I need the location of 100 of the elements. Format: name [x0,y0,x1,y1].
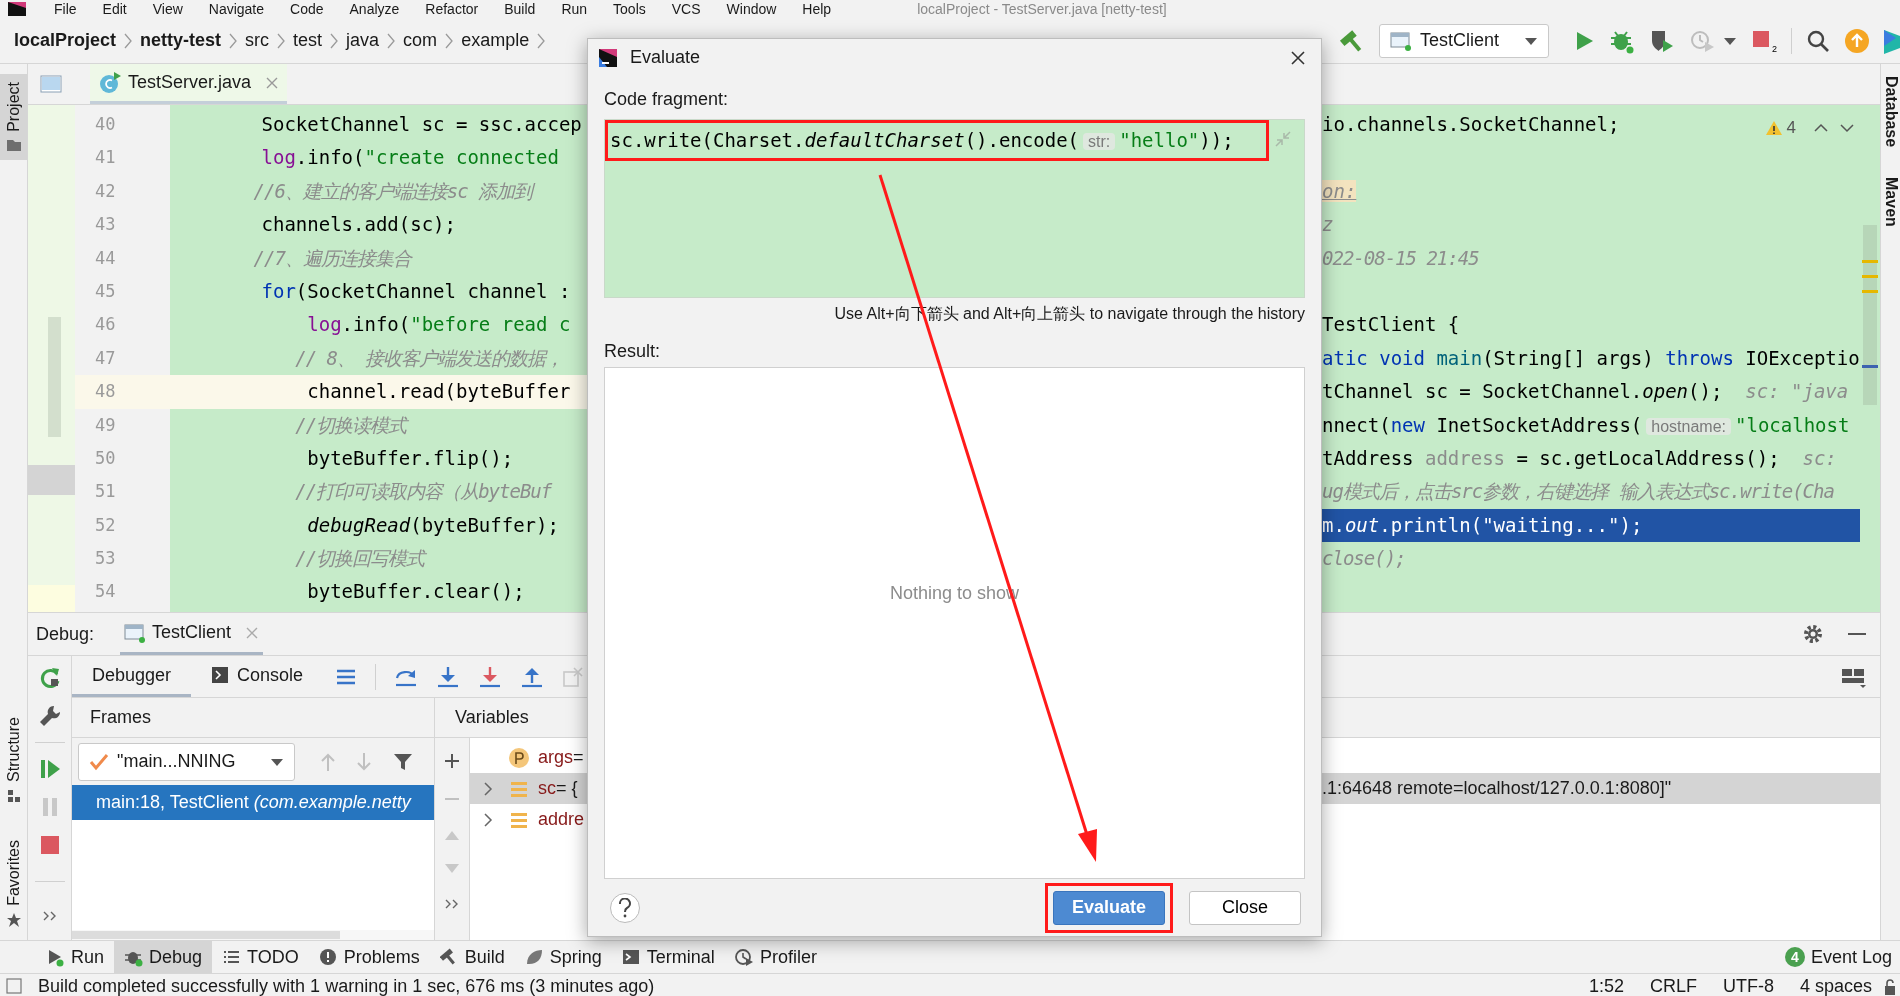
filter-icon[interactable] [393,751,413,772]
tool-window-button[interactable]: Build [429,941,515,973]
menu-item[interactable]: Refactor [425,1,479,17]
event-log-button[interactable]: 4 Event Log [1780,941,1896,973]
caret-down-icon[interactable] [1723,35,1737,46]
chevron-down-icon[interactable] [1840,122,1854,133]
star-icon [5,912,22,928]
window-title: localProject - TestServer.java [netty-test] [917,1,1167,17]
status-item[interactable]: UTF-8 [1722,974,1774,996]
variable-name: args [538,746,573,769]
structure-icon [5,788,22,805]
scrollbar[interactable] [1863,225,1877,405]
tool-window-button[interactable]: Spring [514,941,612,973]
breadcrumb[interactable]: com [403,27,438,54]
tool-window-button[interactable]: Debug [114,941,213,973]
menu-item[interactable]: Tools [613,1,646,17]
gauge-icon [734,947,754,967]
code-line: log.info("before read c [306,312,571,338]
step-into-icon[interactable] [436,665,461,688]
menu-item[interactable]: File [54,1,77,17]
more-icon[interactable] [444,898,460,910]
tool-window-button[interactable]: Problems [308,941,430,973]
tool-stripe-tab[interactable]: Structure [0,709,27,813]
code-line: tChannel sc = SocketChannel.open(); sc: "java [1322,379,1849,405]
breadcrumb[interactable]: test [293,27,323,54]
tool-window-button[interactable]: Terminal [611,941,725,973]
code-line: channel.read(byteBuffer [306,379,571,405]
update-icon[interactable] [1844,27,1870,54]
status-item[interactable]: 1:52 [1588,974,1624,996]
status-item[interactable]: CRLF [1649,974,1697,996]
count-badge: 4 [1784,947,1805,967]
menu-item[interactable]: Build [504,1,536,17]
line-number: 45 [95,280,116,301]
force-step-into-icon[interactable] [478,665,503,688]
status-item[interactable]: 4 spaces [1799,974,1872,996]
breadcrumb[interactable]: localProject [14,27,117,54]
menu-item[interactable]: Window [726,1,777,17]
code-line: byteBuffer.clear(); [306,579,525,605]
tool-stripe-tab[interactable]: Database [1881,76,1900,148]
scrollbar[interactable] [72,931,340,939]
more-icon[interactable] [41,910,58,922]
line-number: 54 [95,581,116,602]
panel-header: Frames [90,706,151,729]
dialog-button[interactable]: Evaluate [1053,890,1165,925]
menu-item[interactable]: Navigate [208,1,265,17]
plus-icon[interactable] [443,752,461,770]
caret-down-icon [270,756,284,767]
menu-item[interactable]: Analyze [349,1,400,17]
code-line: for(SocketChannel channel : [260,278,571,304]
run-config-dropdown[interactable]: TestClient [1379,23,1549,58]
chevron-right-icon[interactable] [482,780,494,797]
line-number: 49 [95,414,116,435]
breadcrumb[interactable]: java [346,27,380,54]
menu-item[interactable]: Edit [102,1,127,17]
tool-window-button[interactable]: TODO [212,941,309,973]
tool-stripe-tab[interactable]: Favorites [0,832,27,936]
dialog-title: Evaluate [630,46,701,69]
code-line: //切换回写模式 [294,546,425,572]
chevron-right-icon[interactable] [482,811,494,828]
toolbox-logo-icon[interactable] [1884,27,1900,54]
chevron-up-icon[interactable] [1814,122,1828,133]
field-label: Code fragment: [604,88,730,111]
stop-button[interactable]: 2 [1751,27,1777,54]
panel-header: Variables [455,706,529,729]
tool-window-button[interactable]: Run [36,941,115,973]
code-line: byteBuffer.flip(); [306,445,514,471]
close-icon[interactable] [1289,48,1307,67]
code-line: //打印可读取内容（从byteBuf [294,479,552,505]
code-line: z [1322,212,1333,238]
breadcrumb[interactable]: src [245,27,270,54]
editor-tab[interactable]: TestServer.java [90,64,288,104]
panel-toggle-icon[interactable] [6,978,22,994]
code-fragment-field[interactable]: sc.write(Charset.defaultCharset().encode( str: "hello")); [604,119,1305,298]
settings-icon[interactable] [1802,623,1824,645]
menu-item[interactable]: Code [290,1,324,17]
menu-item[interactable]: Run [561,1,588,17]
search-icon[interactable] [1806,28,1830,53]
menu-item[interactable]: Help [802,1,832,17]
code-line: log.info("create connected [260,145,559,171]
tool-stripe-tab[interactable]: Maven [1881,177,1900,227]
warning-icon [1764,119,1783,136]
help-icon[interactable] [618,897,632,918]
frame-item[interactable]: main:18, TestClient (com.example.netty [72,785,434,820]
scrollbar[interactable] [48,317,61,437]
menu-item[interactable]: View [152,1,183,17]
leaf-icon [524,947,544,967]
window-icon [1390,30,1412,51]
window-icon [124,622,147,643]
lock-icon[interactable] [1884,978,1896,996]
breadcrumb[interactable]: netty-test [140,27,222,54]
dialog-button[interactable]: Close [1189,890,1301,925]
debug-tab[interactable]: Console [191,656,324,697]
tool-stripe-tab[interactable]: Project [0,74,27,160]
tool-window-button[interactable]: Profiler [724,941,827,973]
check-icon [89,752,109,771]
thread-dropdown[interactable]: "main...NNING [78,742,295,781]
breadcrumb[interactable]: example [461,27,530,54]
session-tab[interactable]: TestClient [120,613,264,655]
step-out-icon[interactable] [520,665,545,688]
menu-item[interactable]: VCS [671,1,701,17]
